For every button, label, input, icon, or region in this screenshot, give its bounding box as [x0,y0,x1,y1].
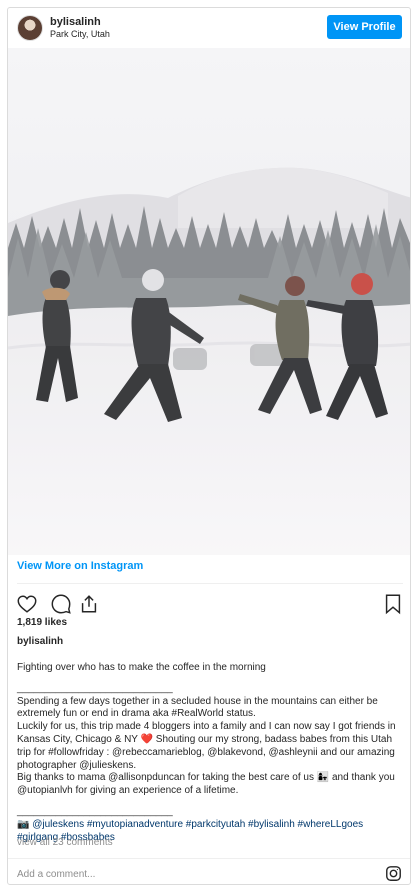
view-more-link[interactable]: View More on Instagram [17,560,143,572]
likes-count[interactable]: 1,819 likes [17,617,67,628]
caption-line: Spending a few days together in a seclud… [17,695,378,720]
caption-username[interactable]: bylisalinh [17,636,63,647]
post-caption: Fighting over who has to make the coffee… [17,662,403,844]
caption-line: Fighting over who has to make the coffee… [17,662,266,673]
caption-separator: ____________________________ [17,805,173,817]
comment-bar: Add a comment... [8,858,410,884]
comment-input[interactable]: Add a comment... [17,869,95,880]
caption-line: Big thanks to mama @allisonpduncan for t… [17,772,395,797]
view-profile-button[interactable]: View Profile [327,15,402,39]
caption-separator: ____________________________ [17,682,173,694]
share-icon[interactable] [78,593,100,615]
post-header: bylisalinh Park City, Utah View Profile [8,8,410,48]
heart-icon[interactable] [16,593,38,615]
instagram-embed-card: bylisalinh Park City, Utah View Profile [7,7,411,885]
instagram-icon[interactable] [385,865,402,882]
bookmark-icon[interactable] [382,593,404,615]
header-username[interactable]: bylisalinh [50,16,101,28]
post-photo[interactable] [8,48,410,555]
action-bar [16,593,404,617]
comment-icon[interactable] [50,593,72,615]
caption-line: Luckily for us, this trip made 4 blogger… [17,721,396,771]
header-location[interactable]: Park City, Utah [50,29,110,39]
divider [17,583,403,584]
view-comments-link[interactable]: view all 23 comments [17,837,113,848]
avatar[interactable] [17,15,43,41]
